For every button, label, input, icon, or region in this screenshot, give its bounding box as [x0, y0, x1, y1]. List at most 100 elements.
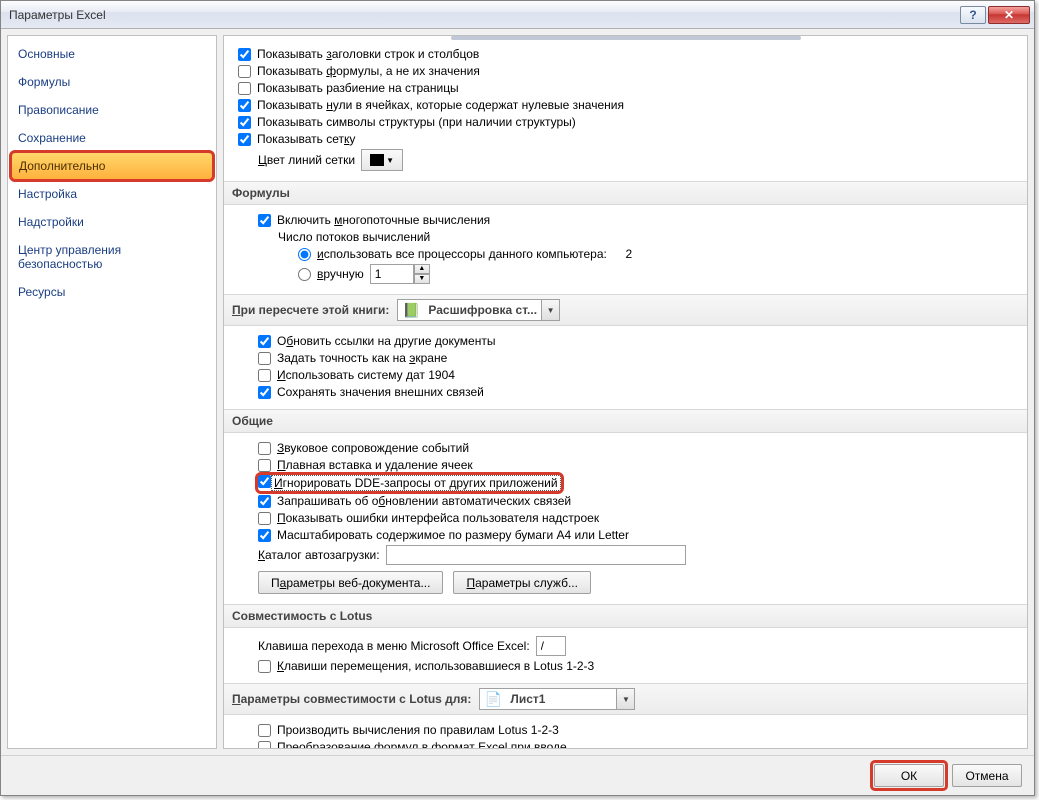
chk-save-ext[interactable]	[258, 386, 271, 399]
web-params-button[interactable]: Параметры веб-документа...	[258, 571, 443, 594]
chk-show-formulas[interactable]	[238, 65, 251, 78]
web-params-label: Параметры веб-документа...	[271, 576, 430, 590]
scrollbar-top-indicator	[451, 36, 801, 40]
spin-down-icon[interactable]: ▼	[414, 274, 430, 284]
dialog-footer: ОК Отмена	[1, 755, 1034, 795]
dropdown-arrow-icon: ▼	[386, 156, 394, 165]
chk-show-outline[interactable]	[238, 116, 251, 129]
help-button[interactable]: ?	[960, 6, 986, 24]
section-lotus-params-title: Параметры совместимости с Lotus для:	[232, 692, 471, 706]
lbl-scale-a4: Масштабировать содержимое по размеру бум…	[277, 528, 629, 542]
sidebar-item-trust[interactable]: Центр управления безопасностью	[8, 236, 216, 278]
lbl-startup: Каталог автозагрузки:	[258, 548, 380, 562]
lbl-threads: Число потоков вычислений	[278, 230, 430, 244]
lbl-smooth: Плавная вставка и удаление ячеек	[277, 458, 473, 472]
lbl-show-outline: Показывать символы структуры (при наличи…	[257, 115, 576, 129]
sidebar-item-proofing[interactable]: Правописание	[8, 96, 216, 124]
chk-show-zeros[interactable]	[238, 99, 251, 112]
excel-book-icon: 📗	[402, 301, 420, 319]
section-lotus: Совместимость с Lotus	[224, 604, 1027, 628]
chk-ask-update[interactable]	[258, 495, 271, 508]
lbl-lotus-convert: Преобразование формул в формат Excel при…	[277, 740, 567, 749]
chk-multithread[interactable]	[258, 214, 271, 227]
chk-show-grid[interactable]	[238, 133, 251, 146]
lotus-sheet-dropdown[interactable]: 📄 Лист1 ▼	[479, 688, 635, 710]
radio-manual-cpu[interactable]	[298, 268, 311, 281]
section-general-title: Общие	[232, 414, 273, 428]
manual-threads-input[interactable]	[370, 264, 414, 284]
lbl-manual-cpu: вручную	[317, 267, 364, 281]
cancel-button[interactable]: Отмена	[952, 764, 1022, 787]
options-panel: Показывать заголовки строк и столбцов По…	[223, 35, 1028, 749]
radio-all-cpu[interactable]	[298, 248, 311, 261]
menu-key-input[interactable]	[536, 636, 566, 656]
startup-folder-input[interactable]	[386, 545, 686, 565]
dialog-window: Параметры Excel ? ✕ Основные Формулы Пра…	[0, 0, 1035, 796]
lbl-save-ext: Сохранять значения внешних связей	[277, 385, 484, 399]
sidebar-item-resources[interactable]: Ресурсы	[8, 278, 216, 306]
lbl-show-pagebreaks: Показывать разбиение на страницы	[257, 81, 459, 95]
chk-sound[interactable]	[258, 442, 271, 455]
ok-button[interactable]: ОК	[874, 764, 944, 787]
manual-threads-spinner[interactable]: ▲▼	[370, 264, 430, 284]
chk-scale-a4[interactable]	[258, 529, 271, 542]
lbl-show-grid: Показывать сетку	[257, 132, 355, 146]
service-params-button[interactable]: Параметры служб...	[453, 571, 590, 594]
section-recalc-title: При пересчете этой книги:	[232, 303, 389, 317]
lbl-date1904: Использовать систему дат 1904	[277, 368, 455, 382]
window-title: Параметры Excel	[9, 8, 958, 22]
category-sidebar: Основные Формулы Правописание Сохранение…	[7, 35, 217, 749]
lbl-addin-err: Показывать ошибки интерфейса пользовател…	[277, 511, 599, 525]
chk-precision[interactable]	[258, 352, 271, 365]
lbl-show-formulas: Показывать формулы, а не их значения	[257, 64, 480, 78]
sidebar-item-general[interactable]: Основные	[8, 40, 216, 68]
section-general: Общие	[224, 409, 1027, 433]
lbl-sound: Звуковое сопровождение событий	[277, 441, 469, 455]
sidebar-item-addins[interactable]: Надстройки	[8, 208, 216, 236]
cpu-count: 2	[626, 247, 633, 261]
sidebar-item-advanced[interactable]: Дополнительно	[11, 152, 213, 180]
chk-lotus-convert[interactable]	[258, 741, 271, 750]
sheet-icon: 📄	[484, 690, 502, 708]
service-params-label: Параметры служб...	[466, 576, 577, 590]
lbl-menu-key: Клавиша перехода в меню Microsoft Office…	[258, 639, 530, 653]
section-formulas: Формулы	[224, 181, 1027, 205]
dropdown-arrow-icon[interactable]: ▼	[541, 300, 559, 320]
recalc-book-dropdown[interactable]: 📗 Расшифровка ст... ▼	[397, 299, 560, 321]
lbl-grid-color: Цвет линий сетки	[258, 153, 355, 167]
lbl-ignore-dde: Игнорировать DDE-запросы от других прило…	[271, 475, 561, 491]
lbl-lotus-calc: Производить вычисления по правилам Lotus…	[277, 723, 559, 737]
chk-show-headers[interactable]	[238, 48, 251, 61]
section-formulas-title: Формулы	[232, 186, 290, 200]
sidebar-item-save[interactable]: Сохранение	[8, 124, 216, 152]
close-button[interactable]: ✕	[988, 6, 1030, 24]
lbl-precision: Задать точность как на экране	[277, 351, 447, 365]
chk-addin-err[interactable]	[258, 512, 271, 525]
chk-update-links[interactable]	[258, 335, 271, 348]
chk-lotus-nav[interactable]	[258, 660, 271, 673]
lbl-multithread: Включить многопоточные вычисления	[277, 213, 490, 227]
section-lotus-title: Совместимость с Lotus	[232, 609, 372, 623]
sidebar-item-formulas[interactable]: Формулы	[8, 68, 216, 96]
recalc-book-name: Расшифровка ст...	[424, 303, 541, 317]
lbl-all-cpu: использовать все процессоры данного комп…	[317, 247, 607, 261]
chk-ignore-dde[interactable]	[258, 475, 271, 488]
spin-up-icon[interactable]: ▲	[414, 264, 430, 274]
grid-color-picker[interactable]: ▼	[361, 149, 403, 171]
dialog-body: Основные Формулы Правописание Сохранение…	[1, 29, 1034, 755]
lotus-sheet-name: Лист1	[506, 692, 616, 706]
chk-show-pagebreaks[interactable]	[238, 82, 251, 95]
section-lotus-params: Параметры совместимости с Lotus для: 📄 Л…	[224, 683, 1027, 715]
lbl-ask-update: Запрашивать об обновлении автоматических…	[277, 494, 571, 508]
chk-smooth[interactable]	[258, 459, 271, 472]
lbl-update-links: Обновить ссылки на другие документы	[277, 334, 495, 348]
chk-lotus-calc[interactable]	[258, 724, 271, 737]
sidebar-item-customize[interactable]: Настройка	[8, 180, 216, 208]
titlebar: Параметры Excel ? ✕	[1, 1, 1034, 29]
chk-date1904[interactable]	[258, 369, 271, 382]
section-recalc: При пересчете этой книги: 📗 Расшифровка …	[224, 294, 1027, 326]
lbl-show-headers: Показывать заголовки строк и столбцов	[257, 47, 479, 61]
lbl-lotus-nav: Клавиши перемещения, использовавшиеся в …	[277, 659, 594, 673]
dropdown-arrow-icon[interactable]: ▼	[616, 689, 634, 709]
color-swatch-icon	[370, 154, 384, 166]
